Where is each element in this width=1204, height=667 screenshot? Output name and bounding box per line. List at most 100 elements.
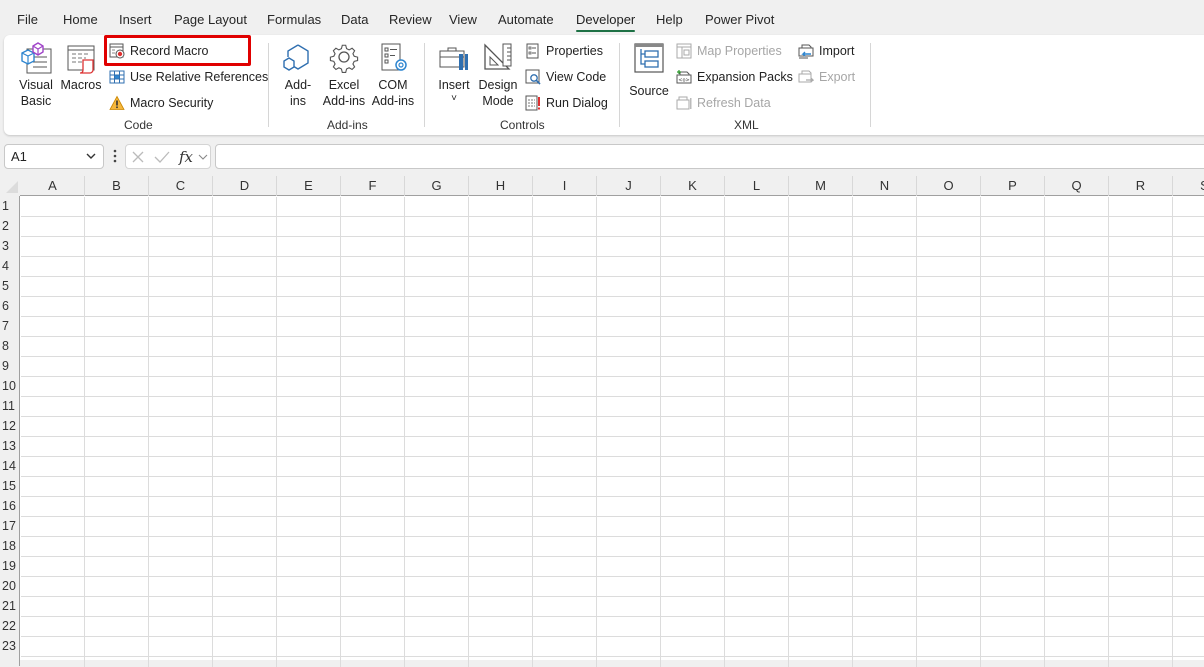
row-header-8[interactable]: 8 [0,336,20,356]
row-header-20[interactable]: 20 [0,576,20,596]
group-label-xml: XML [734,118,759,132]
import-button[interactable]: Import [798,41,854,61]
export-label: Export [819,70,856,84]
view-code-button[interactable]: View Code [525,67,606,87]
more-options-icon[interactable] [112,148,118,164]
insert-control-button[interactable]: Insert ˅ [436,41,472,105]
row-header-13[interactable]: 13 [0,436,20,456]
map-properties-icon [676,43,692,59]
worksheet-grid: ABCDEFGHIJKLMNOPQRS 12345678910111213141… [0,176,1204,667]
column-header-b[interactable]: B [85,176,149,196]
expansion-packs-button[interactable]: <o> Expansion Packs [676,67,793,87]
column-header-f[interactable]: F [341,176,405,196]
row-header-23[interactable]: 23 [0,636,20,656]
export-button[interactable]: Export [798,67,855,87]
group-label-controls: Controls [500,118,545,132]
insert-function-icon[interactable]: fx [178,148,196,166]
row-header-5[interactable]: 5 [0,276,20,296]
column-header-d[interactable]: D [213,176,277,196]
design-mode-label-line2: Mode [482,94,514,108]
column-header-l[interactable]: L [725,176,789,196]
excel-addins-button[interactable]: Excel Add-ins [320,41,368,109]
row-header-17[interactable]: 17 [0,516,20,536]
column-header-o[interactable]: O [917,176,981,196]
tab-page-layout[interactable]: Page Layout [174,12,247,27]
tab-data[interactable]: Data [341,12,368,27]
cancel-icon[interactable] [131,150,145,164]
column-header-k[interactable]: K [661,176,725,196]
row-header-1[interactable]: 1 [0,196,20,216]
expansion-packs-icon: <o> [676,70,692,84]
tab-formulas[interactable]: Formulas [267,12,321,27]
column-header-g[interactable]: G [405,176,469,196]
source-button[interactable]: Source [629,41,669,99]
row-header-15[interactable]: 15 [0,476,20,496]
row-header-22[interactable]: 22 [0,616,20,636]
column-header-j[interactable]: J [597,176,661,196]
design-mode-button[interactable]: Design Mode [478,41,518,109]
name-box-value: A1 [11,149,27,164]
formula-input[interactable] [215,144,1204,169]
column-header-m[interactable]: M [789,176,853,196]
select-all-button[interactable] [0,176,20,196]
tab-home[interactable]: Home [63,12,98,27]
column-header-a[interactable]: A [21,176,85,196]
row-header-19[interactable]: 19 [0,556,20,576]
run-dialog-button[interactable]: Run Dialog [525,93,608,113]
name-box[interactable]: A1 [4,144,104,169]
menu-bar: File Home Insert Page Layout Formulas Da… [0,0,1204,36]
row-header-6[interactable]: 6 [0,296,20,316]
row-header-18[interactable]: 18 [0,536,20,556]
addins-icon [283,44,309,71]
tab-power-pivot[interactable]: Power Pivot [705,12,774,27]
refresh-data-button[interactable]: Refresh Data [676,93,771,113]
row-header-2[interactable]: 2 [0,216,20,236]
column-header-e[interactable]: E [277,176,341,196]
com-addins-button[interactable]: COM Add-ins [370,41,416,109]
tab-view[interactable]: View [449,12,477,27]
row-header-12[interactable]: 12 [0,416,20,436]
chevron-down-icon[interactable] [198,151,208,163]
row-header-10[interactable]: 10 [0,376,20,396]
row-header-21[interactable]: 21 [0,596,20,616]
column-header-c[interactable]: C [149,176,213,196]
record-macro-label: Record Macro [130,44,209,58]
macros-icon [67,45,95,74]
tab-help[interactable]: Help [656,12,683,27]
tab-automate[interactable]: Automate [498,12,554,27]
row-header-14[interactable]: 14 [0,456,20,476]
tab-developer[interactable]: Developer [576,12,636,32]
map-properties-button[interactable]: Map Properties [676,41,782,61]
addins-button[interactable]: Add- ins [280,41,316,109]
row-header-16[interactable]: 16 [0,496,20,516]
record-macro-button[interactable]: Record Macro [109,41,209,61]
tab-insert[interactable]: Insert [119,12,152,27]
row-header-11[interactable]: 11 [0,396,20,416]
properties-button[interactable]: Properties [525,41,603,61]
column-header-r[interactable]: R [1109,176,1173,196]
column-header-s[interactable]: S [1173,176,1204,196]
excel-addins-label-line2: Add-ins [322,94,366,108]
column-header-n[interactable]: N [853,176,917,196]
enter-check-icon[interactable] [154,150,170,164]
visual-basic-button[interactable]: Visual Basic [16,41,56,109]
column-header-p[interactable]: P [981,176,1045,196]
group-separator [870,43,871,127]
refresh-data-icon [676,96,692,110]
use-relative-references-button[interactable]: Use Relative References [109,67,268,87]
macro-security-label: Macro Security [130,96,214,110]
tab-review[interactable]: Review [389,12,432,27]
macros-label: Macros [60,78,102,92]
chevron-down-icon[interactable] [85,148,97,164]
row-header-3[interactable]: 3 [0,236,20,256]
macros-button[interactable]: Macros [60,41,102,93]
column-header-h[interactable]: H [469,176,533,196]
row-header-7[interactable]: 7 [0,316,20,336]
row-header-9[interactable]: 9 [0,356,20,376]
tab-file[interactable]: File [17,12,38,27]
macro-security-button[interactable]: Macro Security [109,93,213,113]
row-header-4[interactable]: 4 [0,256,20,276]
column-header-i[interactable]: I [533,176,597,196]
cells-area[interactable] [21,197,1204,667]
column-header-q[interactable]: Q [1045,176,1109,196]
